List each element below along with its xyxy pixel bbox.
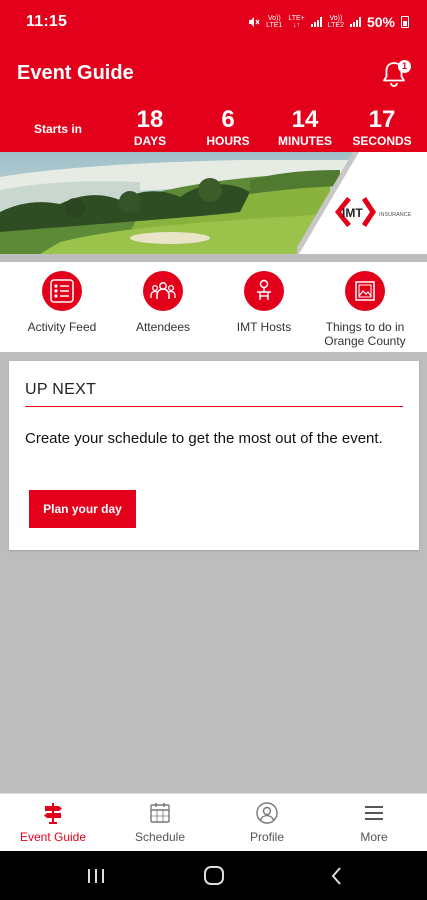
- quick-link-label: IMT Hosts: [236, 320, 292, 334]
- status-time: 11:15: [26, 13, 68, 30]
- card-divider: [25, 406, 403, 407]
- battery-icon: [401, 16, 409, 28]
- countdown-hours: 6 HOURS: [206, 106, 250, 148]
- quick-links: Activity Feed Attendees IMT Hosts Things…: [0, 262, 427, 352]
- hosts-icon: [244, 271, 284, 311]
- tab-label: Event Guide: [19, 830, 87, 844]
- starts-in-label: Starts in: [34, 122, 83, 136]
- countdown: Starts in 18 DAYS 6 HOURS 14 MINUTES 17 …: [0, 106, 427, 150]
- svg-text:IMT: IMT: [342, 206, 363, 220]
- countdown-minutes: 14 MINUTES: [278, 106, 332, 148]
- recent-apps-icon[interactable]: [88, 869, 104, 883]
- home-icon[interactable]: [204, 866, 224, 885]
- tab-label: Schedule: [134, 830, 186, 844]
- notification-badge: 1: [398, 60, 411, 73]
- quick-link-label: Activity Feed: [27, 320, 97, 334]
- signpost-icon: [44, 803, 62, 824]
- profile-icon: [256, 802, 278, 824]
- tab-more[interactable]: More: [321, 794, 427, 852]
- tab-label: Profile: [249, 830, 284, 844]
- tab-schedule[interactable]: Schedule: [107, 794, 213, 852]
- system-nav-bar: [0, 851, 427, 900]
- quick-link-label: Attendees: [135, 320, 191, 334]
- attendees-icon: [143, 271, 183, 311]
- mute-icon: [249, 17, 260, 27]
- network-label-1: Vo)) LTE1: [266, 15, 283, 29]
- tab-event-guide[interactable]: Event Guide: [0, 794, 106, 852]
- signal-icon-2: [349, 17, 361, 27]
- up-next-title: UP NEXT: [25, 381, 97, 398]
- imt-logo: IMT INSURANCE: [293, 152, 427, 254]
- status-bar: 11:15 Vo)) LTE1 LTE+ ↓↑ Vo)) LTE2 50%: [0, 0, 427, 44]
- quick-link-attendees[interactable]: Attendees: [110, 262, 216, 352]
- plan-your-day-button[interactable]: Plan your day: [29, 490, 136, 528]
- app-header: Event Guide 1 Starts in 18 DAYS 6 HOURS …: [0, 44, 427, 152]
- countdown-seconds: 17 SECONDS: [352, 106, 412, 148]
- menu-icon: [365, 806, 383, 820]
- up-next-message: Create your schedule to get the most out…: [25, 430, 383, 447]
- bottom-tab-bar: Event Guide Schedule Profile More: [0, 793, 427, 851]
- notifications-button[interactable]: 1: [381, 60, 411, 90]
- quick-link-things-to-do[interactable]: Things to do in Orange County: [312, 262, 418, 352]
- event-banner-image: IMT INSURANCE: [0, 152, 427, 254]
- page-title: Event Guide: [17, 62, 134, 84]
- calendar-icon: [150, 803, 170, 823]
- countdown-days: 18 DAYS: [133, 106, 167, 148]
- back-icon[interactable]: [331, 867, 341, 885]
- quick-link-label: Things to do in Orange County: [324, 320, 406, 348]
- quick-link-activity-feed[interactable]: Activity Feed: [9, 262, 115, 352]
- divider: [0, 254, 427, 262]
- network-label-3: Vo)) LTE2: [327, 15, 344, 29]
- status-icons: Vo)) LTE1 LTE+ ↓↑ Vo)) LTE2 50%: [248, 14, 409, 30]
- up-next-card: UP NEXT Create your schedule to get the …: [9, 361, 419, 550]
- network-label-2: LTE+ ↓↑: [288, 15, 305, 29]
- map-image-icon: [345, 271, 385, 311]
- activity-feed-icon: [42, 271, 82, 311]
- tab-label: More: [360, 830, 388, 844]
- battery-percent: 50%: [366, 14, 395, 30]
- svg-text:INSURANCE: INSURANCE: [379, 212, 412, 218]
- tab-profile[interactable]: Profile: [214, 794, 320, 852]
- signal-icon: [310, 17, 322, 27]
- quick-link-imt-hosts[interactable]: IMT Hosts: [211, 262, 317, 352]
